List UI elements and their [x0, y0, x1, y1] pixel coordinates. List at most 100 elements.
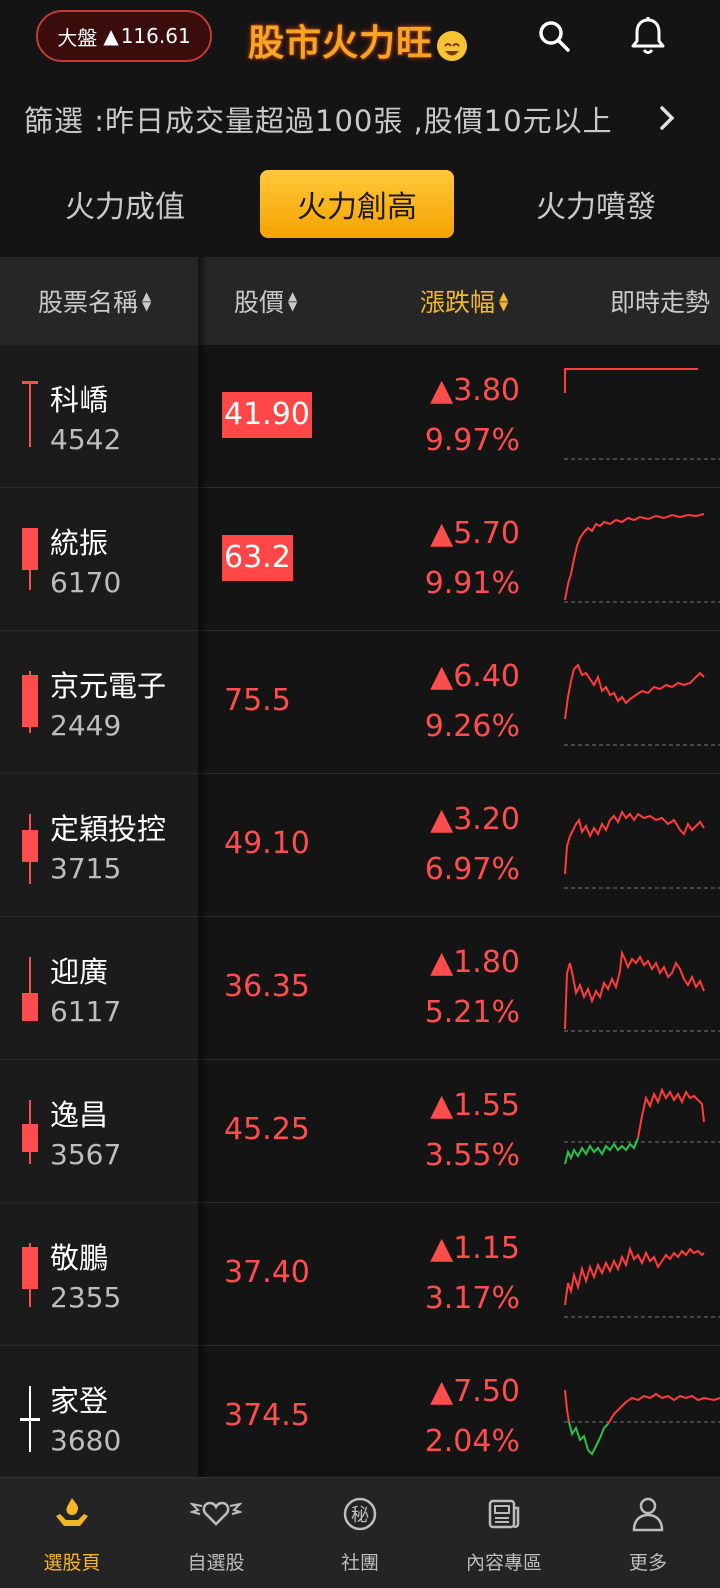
intraday-sparkline — [564, 513, 720, 603]
stock-price: 41.90 — [222, 392, 312, 438]
search-icon[interactable] — [532, 14, 576, 58]
nav-stock-picker[interactable]: 選股頁 — [0, 1478, 144, 1588]
stock-change-percent: 2.04% — [424, 1424, 520, 1459]
smile-emoji-icon — [437, 31, 468, 61]
intraday-sparkline — [564, 809, 720, 889]
intraday-sparkline — [564, 1087, 720, 1165]
stock-change-percent: 5.21% — [424, 995, 520, 1030]
stock-code: 6117 — [50, 995, 122, 1028]
stock-code: 3680 — [50, 1424, 122, 1457]
candlestick-icon — [22, 528, 38, 590]
heart-wings-icon — [188, 1494, 244, 1534]
stock-change: ▲3.80 — [430, 373, 520, 408]
stock-change: ▲7.50 — [430, 1374, 520, 1409]
app-logo: 股市火力旺 — [248, 14, 468, 66]
stock-change-percent: 3.55% — [424, 1138, 520, 1173]
column-divider-shadow — [198, 257, 208, 1477]
candlestick-icon — [22, 1243, 38, 1307]
stock-price: 49.10 — [224, 826, 310, 861]
table-header: 股票名稱 ▲ ▼ 股價 ▲ ▼ 漲跌幅 ▲ ▼ 即時走勢 — [0, 257, 720, 345]
top-bar: 大盤 ▲ 116.61 股市火力旺 — [0, 0, 720, 78]
candlestick-icon — [22, 957, 38, 1021]
app-logo-text: 股市火力旺 — [248, 22, 434, 64]
stock-change-percent: 9.26% — [424, 709, 520, 744]
secret-badge-icon: 秘 — [340, 1494, 380, 1538]
stock-code: 6170 — [50, 566, 122, 599]
svg-text:秘: 秘 — [351, 1505, 369, 1526]
stock-name: 京元電子 — [50, 669, 167, 703]
sort-icon: ▲ ▼ — [288, 289, 298, 313]
stock-name: 迎廣 — [50, 955, 109, 989]
stock-code: 3715 — [50, 852, 122, 885]
stock-change: ▲1.15 — [430, 1231, 520, 1266]
bottom-navigation: 選股頁 自選股 秘 社團 內容專區 更多 — [0, 1477, 720, 1588]
sort-icon: ▲ ▼ — [142, 289, 152, 313]
stock-code: 2449 — [50, 709, 122, 742]
table-row[interactable]: 敬鵬 2355 37.40 ▲1.15 3.17% — [0, 1203, 720, 1346]
chevron-right-icon[interactable] — [658, 104, 676, 136]
stock-name: 逸昌 — [50, 1098, 109, 1132]
filter-row[interactable]: 篩選 :昨日成交量超過100張 ,股價10元以上 — [0, 84, 720, 154]
up-arrow-icon: ▲ — [103, 24, 119, 48]
bell-icon[interactable] — [626, 14, 670, 58]
hand-fire-icon — [52, 1494, 92, 1538]
stock-price: 63.2 — [222, 535, 293, 581]
stock-code: 2355 — [50, 1281, 122, 1314]
table-row[interactable]: 家登 3680 374.5 ▲7.50 2.04% — [0, 1346, 720, 1489]
intraday-sparkline — [564, 368, 720, 460]
stock-name: 家登 — [50, 1384, 109, 1418]
market-index-pill[interactable]: 大盤 ▲ 116.61 — [36, 10, 212, 62]
candlestick-icon — [22, 814, 38, 884]
intraday-sparkline — [564, 1389, 720, 1456]
sort-desc-icon: ▲ ▼ — [499, 289, 509, 313]
stock-price: 374.5 — [224, 1398, 310, 1433]
column-price-header[interactable]: 股價 ▲ ▼ — [234, 257, 297, 345]
intraday-sparkline — [564, 1245, 720, 1318]
market-index-label: 大盤 — [57, 25, 98, 50]
stock-name: 敬鵬 — [50, 1241, 109, 1275]
stock-change-percent: 9.97% — [424, 423, 520, 458]
nav-content[interactable]: 內容專區 — [432, 1478, 576, 1588]
column-change-header[interactable]: 漲跌幅 ▲ ▼ — [420, 257, 508, 345]
column-name-header[interactable]: 股票名稱 ▲ ▼ — [38, 257, 151, 345]
market-index-value: 116.61 — [120, 24, 191, 48]
stock-name: 統振 — [50, 526, 109, 560]
candlestick-icon — [20, 1386, 40, 1452]
table-row[interactable]: 逸昌 3567 45.25 ▲1.55 3.55% — [0, 1060, 720, 1203]
stock-price: 36.35 — [224, 969, 310, 1004]
tab-fire-burst[interactable]: 火力噴發 — [504, 170, 688, 238]
stock-price: 75.5 — [224, 683, 291, 718]
person-icon — [628, 1494, 668, 1538]
intraday-sparkline — [564, 663, 720, 746]
nav-more[interactable]: 更多 — [576, 1478, 720, 1588]
nav-watchlist[interactable]: 自選股 — [144, 1478, 288, 1588]
table-row[interactable]: 科嶠 4542 41.90 ▲3.80 9.97% — [0, 345, 720, 488]
stock-change-percent: 6.97% — [424, 852, 520, 887]
stock-change: ▲5.70 — [430, 516, 520, 551]
stock-name: 科嶠 — [50, 383, 109, 417]
tab-fire-new-high[interactable]: 火力創高 — [260, 170, 454, 238]
stock-price: 45.25 — [224, 1112, 310, 1147]
column-trend-header: 即時走勢 — [610, 288, 711, 317]
candlestick-icon — [22, 671, 38, 733]
stock-change: ▲1.80 — [430, 945, 520, 980]
tab-fire-value[interactable]: 火力成值 — [40, 170, 210, 238]
intraday-sparkline — [564, 949, 720, 1032]
table-row[interactable]: 定穎投控 3715 49.10 ▲3.20 6.97% — [0, 774, 720, 917]
stock-name: 定穎投控 — [50, 812, 167, 846]
stock-change: ▲1.55 — [430, 1088, 520, 1123]
stock-change: ▲6.40 — [430, 659, 520, 694]
table-row[interactable]: 統振 6170 63.2 ▲5.70 9.91% — [0, 488, 720, 631]
stock-change-percent: 3.17% — [424, 1281, 520, 1316]
newspaper-icon — [484, 1494, 524, 1538]
tab-bar: 火力成值 火力創高 火力噴發 — [0, 170, 720, 238]
table-row[interactable]: 京元電子 2449 75.5 ▲6.40 9.26% — [0, 631, 720, 774]
filter-text: 篩選 :昨日成交量超過100張 ,股價10元以上 — [24, 104, 613, 138]
table-row[interactable]: 迎廣 6117 36.35 ▲1.80 5.21% — [0, 917, 720, 1060]
nav-community[interactable]: 秘 社團 — [288, 1478, 432, 1588]
stock-price: 37.40 — [224, 1255, 310, 1290]
stock-code: 4542 — [50, 423, 122, 456]
stock-change-percent: 9.91% — [424, 566, 520, 601]
candlestick-icon — [22, 381, 38, 447]
stock-code: 3567 — [50, 1138, 122, 1171]
